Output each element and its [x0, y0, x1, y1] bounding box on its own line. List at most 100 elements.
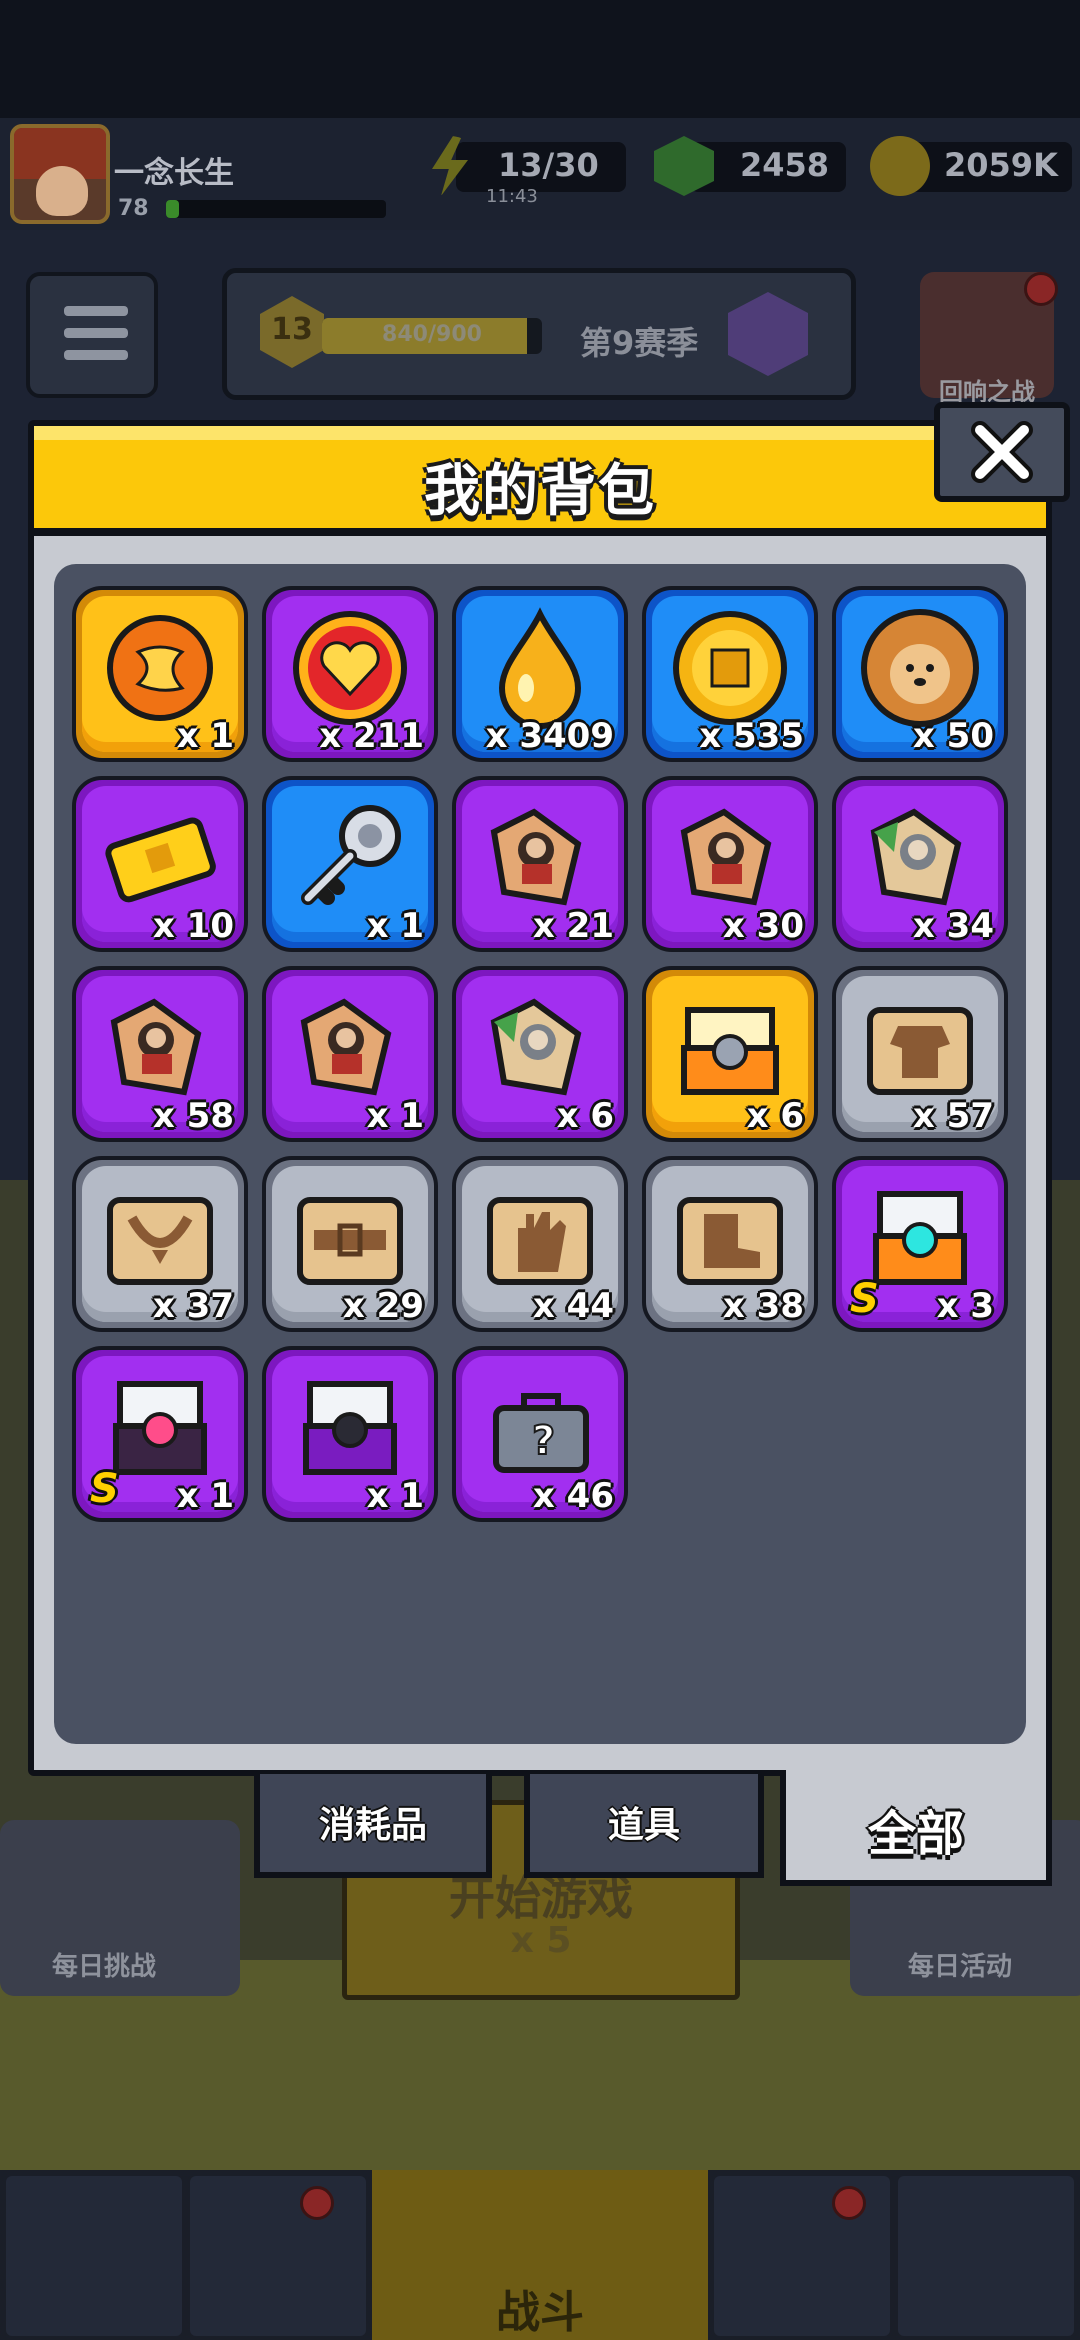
puzzle-piece-icon: [680, 808, 772, 906]
item-quantity: x 34: [912, 906, 994, 946]
item-quantity: x 3409: [485, 716, 614, 756]
energy-timer: 11:43: [486, 186, 538, 207]
inventory-slot[interactable]: x 211: [262, 586, 438, 762]
coins-value: 2059K: [944, 146, 1058, 184]
menu-button[interactable]: [26, 272, 158, 398]
inventory-slot[interactable]: x 6: [452, 966, 628, 1142]
inventory-slot[interactable]: x 38: [642, 1156, 818, 1332]
rank-badge: S: [850, 1276, 879, 1322]
tab-consumables[interactable]: 消耗品: [254, 1774, 492, 1878]
start-game-cost: x 5: [510, 1920, 572, 1961]
gold-chest-icon: [681, 1007, 779, 1095]
tab-consumables-label: 消耗品: [318, 1805, 427, 1846]
item-quantity: x 57: [912, 1096, 994, 1136]
inventory-slot[interactable]: x 29: [262, 1156, 438, 1332]
item-quantity: x 38: [722, 1286, 804, 1326]
notification-dot: [1024, 272, 1058, 306]
gold-coin-icon: [673, 611, 787, 725]
item-quantity: x 535: [699, 716, 804, 756]
scroll-belt-icon: [297, 1197, 403, 1285]
season-progress-text: 840/900: [382, 322, 482, 347]
status-strip: [0, 0, 1080, 118]
item-quantity: x 58: [152, 1096, 234, 1136]
tab-props[interactable]: 道具: [524, 1774, 764, 1878]
xp-bar: [166, 200, 386, 218]
silver-key-icon: [301, 805, 401, 905]
tab-props-label: 道具: [607, 1805, 680, 1846]
puzzle-piece-green-icon: [870, 808, 962, 906]
scroll-armor-icon: [867, 1007, 973, 1095]
inventory-slot[interactable]: x 44: [452, 1156, 628, 1332]
inventory-slot[interactable]: x 3409: [452, 586, 628, 762]
inventory-slot[interactable]: x 34: [832, 776, 1008, 952]
close-icon: [971, 421, 1033, 483]
inventory-slot[interactable]: x 1: [262, 966, 438, 1142]
dog-cookie-icon: [861, 609, 979, 727]
svg-text:?: ?: [532, 1418, 555, 1464]
coin-icon: [870, 136, 930, 196]
item-quantity: x 1: [176, 716, 234, 756]
close-button[interactable]: [934, 402, 1070, 502]
orange-orb-icon: [107, 615, 213, 721]
item-quantity: x 29: [342, 1286, 424, 1326]
golden-droplet-icon: [498, 607, 582, 729]
inventory-slot[interactable]: x 1: [262, 1346, 438, 1522]
mystery-box-icon: ?: [493, 1393, 589, 1473]
item-quantity: x 21: [532, 906, 614, 946]
season-name: 第9赛季: [580, 324, 699, 362]
avatar[interactable]: [10, 124, 110, 224]
item-quantity: x 1: [366, 1476, 424, 1516]
tab-all[interactable]: 全部: [780, 1770, 1052, 1886]
puzzle-piece-green-icon: [490, 998, 582, 1096]
item-quantity: x 1: [366, 1096, 424, 1136]
inventory-slot[interactable]: x 535: [642, 586, 818, 762]
tab-all-label: 全部: [867, 1806, 964, 1862]
inventory-slot[interactable]: x 30: [642, 776, 818, 952]
nav-evolution-tab[interactable]: [898, 2176, 1074, 2336]
gems-value: 2458: [740, 146, 830, 184]
username: 一念长生: [114, 156, 234, 191]
purple-chest-icon: [303, 1381, 397, 1475]
scroll-necklace-icon: [107, 1197, 213, 1285]
season-level: 13: [271, 312, 313, 347]
inventory-slot[interactable]: x 50: [832, 586, 1008, 762]
nav-equipment-tab[interactable]: [190, 2176, 366, 2336]
item-quantity: x 6: [746, 1096, 804, 1136]
notification-dot: [300, 2186, 334, 2220]
item-quantity: x 211: [319, 716, 424, 756]
inventory-slot[interactable]: x 21: [452, 776, 628, 952]
inventory-slot[interactable]: x 1: [72, 586, 248, 762]
inventory-slot[interactable]: x 37: [72, 1156, 248, 1332]
inventory-slot[interactable]: x 57: [832, 966, 1008, 1142]
item-quantity: x 30: [722, 906, 804, 946]
item-quantity: x 37: [152, 1286, 234, 1326]
item-quantity: x 1: [176, 1476, 234, 1516]
item-quantity: x 10: [152, 906, 234, 946]
rank-badge: S: [90, 1466, 119, 1512]
item-quantity: x 44: [532, 1286, 614, 1326]
heart-medal-icon: [293, 611, 407, 725]
inventory-slot[interactable]: x 58: [72, 966, 248, 1142]
puzzle-piece-icon: [300, 998, 392, 1096]
inventory-slot[interactable]: Sx 3: [832, 1156, 1008, 1332]
inventory-slot[interactable]: x 6: [642, 966, 818, 1142]
inventory-slot[interactable]: x 10: [72, 776, 248, 952]
notification-dot: [832, 2186, 866, 2220]
scroll-glove-icon: [487, 1197, 593, 1285]
puzzle-piece-icon: [110, 998, 202, 1096]
gold-ticket-icon: [105, 817, 216, 903]
inventory-slot[interactable]: ? x 46: [452, 1346, 628, 1522]
inventory-slot[interactable]: x 1: [262, 776, 438, 952]
item-quantity: x 1: [366, 906, 424, 946]
inventory-slot[interactable]: Sx 1: [72, 1346, 248, 1522]
nav-battle-label: 战斗: [496, 2287, 584, 2338]
item-quantity: x 50: [912, 716, 994, 756]
item-quantity: x 3: [936, 1286, 994, 1326]
daily-activity-label: 每日活动: [908, 1952, 1013, 1982]
scroll-boots-icon: [677, 1197, 783, 1285]
item-quantity: x 6: [556, 1096, 614, 1136]
nav-shop-tab[interactable]: [6, 2176, 182, 2336]
item-quantity: x 46: [532, 1476, 614, 1516]
backpack-title: 我的背包: [424, 459, 656, 524]
puzzle-piece-icon: [490, 808, 582, 906]
